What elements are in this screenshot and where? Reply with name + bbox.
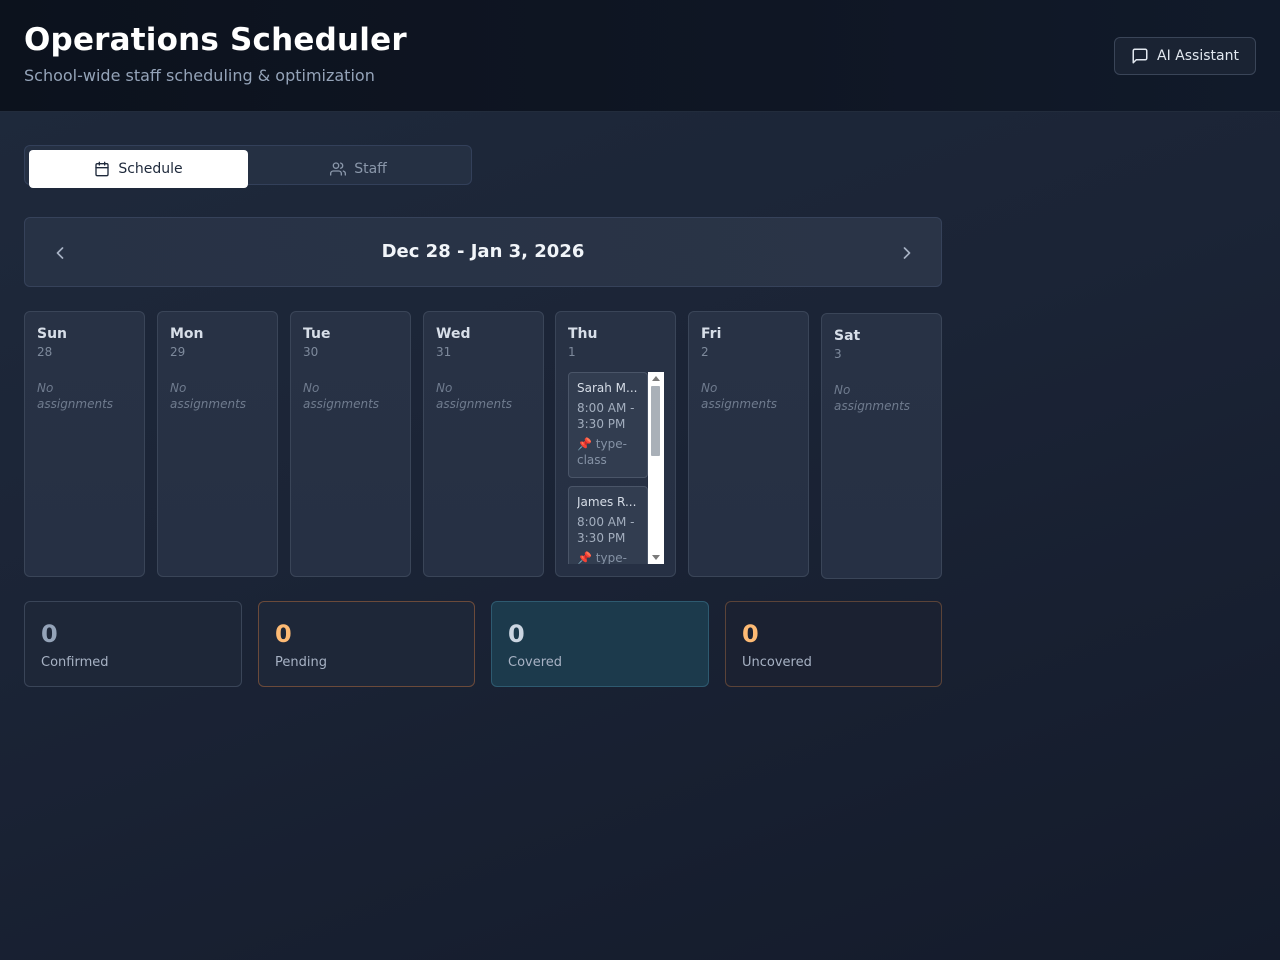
day-name: Mon <box>170 326 204 342</box>
stat-value: 0 <box>742 620 759 648</box>
assignment-card[interactable]: Sarah M... 8:00 AM - 3:30 PM 📌 type-clas… <box>568 372 648 478</box>
assignment-scrollbar[interactable] <box>648 372 664 564</box>
stat-value: 0 <box>41 620 58 648</box>
ai-assistant-button[interactable]: AI Assistant <box>1114 37 1256 75</box>
pin-icon: 📌 <box>577 437 592 451</box>
view-tabs: Schedule Staff <box>24 145 472 188</box>
day-date: 1 <box>568 345 576 359</box>
stat-uncovered: 0 Uncovered <box>725 601 942 687</box>
empty-state-text: No assignments <box>436 381 513 411</box>
day-column-wed[interactable]: Wed 31 No assignments <box>423 311 544 577</box>
pin-icon: 📌 <box>577 551 592 564</box>
day-name: Sun <box>37 326 68 342</box>
stat-pending: 0 Pending <box>258 601 475 687</box>
tab-schedule[interactable]: Schedule <box>29 150 248 188</box>
assignment-staff-name: Sarah M... <box>577 381 638 395</box>
day-date: 31 <box>436 345 452 359</box>
stat-label: Uncovered <box>742 655 812 670</box>
chevron-right-icon[interactable] <box>897 243 917 263</box>
week-navigator: Dec 28 - Jan 3, 2026 <box>24 217 942 287</box>
chat-icon <box>1132 48 1148 64</box>
assignment-time: 8:00 AM - 3:30 PM <box>577 515 635 545</box>
assignment-card[interactable]: James R... 8:00 AM - 3:30 PM 📌 type-clas… <box>568 486 648 564</box>
week-range: Dec 28 - Jan 3, 2026 <box>381 241 585 262</box>
stat-label: Pending <box>275 655 327 670</box>
empty-state-text: No assignments <box>701 381 778 411</box>
day-date: 2 <box>701 345 709 359</box>
tab-staff[interactable]: Staff <box>249 150 468 188</box>
day-name: Wed <box>436 326 471 342</box>
day-date: 3 <box>834 347 842 361</box>
app-header: Operations Scheduler School-wide staff s… <box>0 0 1280 112</box>
day-name: Fri <box>701 326 722 342</box>
stat-label: Confirmed <box>41 655 109 670</box>
stat-label: Covered <box>508 655 563 670</box>
day-name: Tue <box>303 326 331 342</box>
day-date: 30 <box>303 345 319 359</box>
calendar-icon <box>95 161 109 177</box>
page-title: Operations Scheduler <box>24 22 407 58</box>
assignment-type: 📌 type-class <box>577 550 639 564</box>
assignment-staff-name: James R... <box>577 495 637 509</box>
stat-value: 0 <box>508 620 525 648</box>
day-date: 28 <box>37 345 53 359</box>
assignment-list[interactable]: Sarah M... 8:00 AM - 3:30 PM 📌 type-clas… <box>568 372 664 564</box>
empty-state-text: No assignments <box>170 381 247 411</box>
empty-state-text: No assignments <box>303 381 380 411</box>
day-column-fri[interactable]: Fri 2 No assignments <box>688 311 809 577</box>
day-column-mon[interactable]: Mon 29 No assignments <box>157 311 278 577</box>
empty-state-text: No assignments <box>37 381 114 411</box>
scrollbar-thumb[interactable] <box>651 386 660 456</box>
day-date: 29 <box>170 345 186 359</box>
tab-staff-label: Staff <box>354 161 387 177</box>
day-column-thu[interactable]: Thu 1 Sarah M... 8:00 AM - 3:30 PM 📌 typ… <box>555 311 676 577</box>
scroll-up-icon[interactable] <box>652 376 660 381</box>
empty-state-text: No assignments <box>834 383 911 413</box>
day-name: Sat <box>834 328 861 344</box>
scroll-down-icon[interactable] <box>652 555 660 560</box>
page-subtitle: School-wide staff scheduling & optimizat… <box>24 66 375 85</box>
day-name: Thu <box>568 326 598 342</box>
tab-schedule-label: Schedule <box>118 161 183 177</box>
stat-confirmed: 0 Confirmed <box>24 601 242 687</box>
users-icon <box>330 162 347 176</box>
ai-assistant-label: AI Assistant <box>1157 48 1239 64</box>
day-column-sun[interactable]: Sun 28 No assignments <box>24 311 145 577</box>
day-column-tue[interactable]: Tue 30 No assignments <box>290 311 411 577</box>
assignment-type: 📌 type-class <box>577 436 639 468</box>
assignment-time: 8:00 AM - 3:30 PM <box>577 401 635 431</box>
stat-covered: 0 Covered <box>491 601 709 687</box>
stat-value: 0 <box>275 620 292 648</box>
day-column-sat[interactable]: Sat 3 No assignments <box>821 313 942 579</box>
